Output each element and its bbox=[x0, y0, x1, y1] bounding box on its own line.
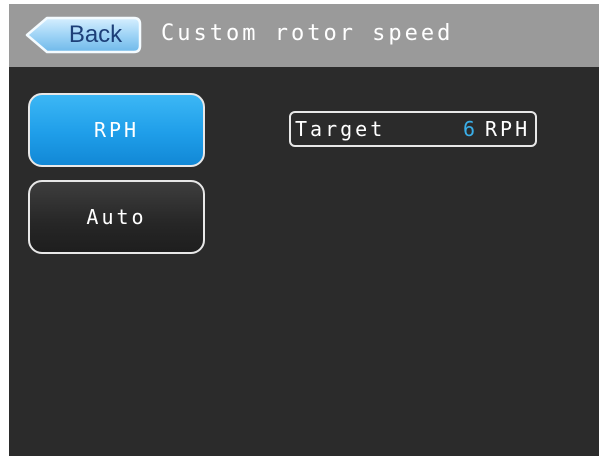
auto-mode-label: Auto bbox=[86, 205, 147, 229]
header-bar: Back Custom rotor speed bbox=[9, 4, 599, 67]
back-button-label: Back bbox=[68, 21, 123, 48]
target-speed-field[interactable]: Target 6 RPH bbox=[289, 111, 537, 147]
back-button[interactable]: Back bbox=[25, 16, 142, 54]
target-label: Target bbox=[295, 117, 386, 141]
target-unit: RPH bbox=[485, 117, 531, 141]
device-screen: Back Custom rotor speed RPH Auto Target … bbox=[9, 4, 599, 456]
page-title: Custom rotor speed bbox=[161, 21, 454, 46]
rph-mode-button[interactable]: RPH bbox=[28, 93, 205, 167]
rph-mode-label: RPH bbox=[93, 118, 140, 142]
target-value: 6 bbox=[463, 117, 479, 141]
auto-mode-button[interactable]: Auto bbox=[28, 180, 205, 254]
